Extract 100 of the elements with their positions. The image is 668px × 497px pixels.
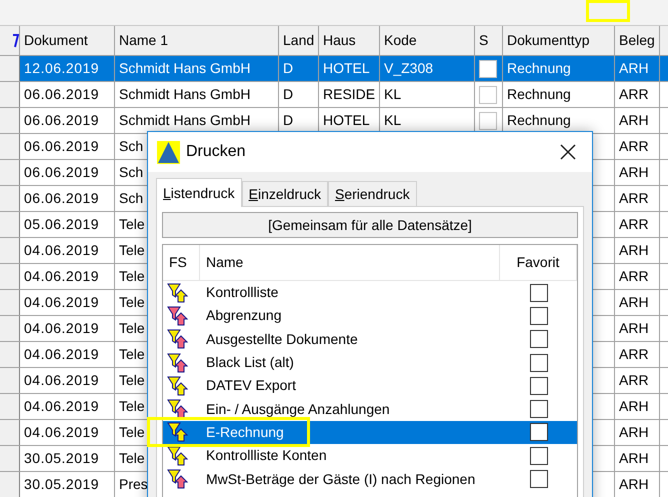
- report-name: Abgrenzung: [206, 307, 282, 324]
- table-cell-text: Sch: [119, 163, 144, 182]
- report-name: Ausgestellte Dokumente: [206, 330, 358, 347]
- logo-icon: [157, 140, 180, 164]
- table-cell-text: Rechnung: [507, 59, 571, 78]
- report-name: Ein- / Ausgänge Anzahlungen: [206, 400, 390, 417]
- column-header[interactable]: Name: [206, 252, 244, 273]
- checkbox[interactable]: [479, 60, 497, 78]
- column-header[interactable]: Favorit: [516, 252, 560, 273]
- table-cell-text: Sch: [119, 189, 144, 208]
- table-cell-text: 04.06.2019: [24, 267, 100, 286]
- table-cell-text: RESIDE: [323, 85, 376, 104]
- report-item[interactable]: Kontrollliste Konten: [163, 444, 577, 468]
- favorite-checkbox[interactable]: [530, 400, 548, 418]
- table-cell-text: D: [283, 111, 294, 130]
- tab[interactable]: Seriendruck: [328, 181, 417, 206]
- table-cell-text: 05.06.2019: [24, 215, 100, 234]
- table-cell-text: ARH: [619, 423, 649, 442]
- table-cell-text: Tele: [119, 241, 145, 260]
- report-item[interactable]: Kontrollliste: [163, 281, 577, 304]
- table-cell-text: 06.06.2019: [24, 85, 100, 104]
- marker-icon: [13, 32, 19, 48]
- table-cell-text: Sch: [119, 137, 144, 156]
- column-header[interactable]: Dokument: [24, 30, 88, 51]
- checkbox[interactable]: [479, 112, 497, 130]
- favorite-checkbox[interactable]: [530, 284, 548, 302]
- column-header[interactable]: Name 1: [119, 30, 168, 51]
- table-cell-text: D: [283, 85, 294, 104]
- column-header[interactable]: FS: [169, 252, 187, 273]
- column-header[interactable]: Land: [283, 30, 314, 51]
- table-cell-text: 06.06.2019: [24, 189, 100, 208]
- table-cell-text: 04.06.2019: [24, 371, 100, 390]
- report-name: Black List (alt): [206, 354, 294, 370]
- tab[interactable]: Listendruck: [156, 178, 242, 207]
- table-cell-text: Tele: [119, 293, 145, 312]
- table-cell-text: ARH: [619, 319, 649, 338]
- table-cell-text: 12.06.2019: [24, 59, 100, 78]
- table-cell-text: 04.06.2019: [24, 423, 100, 442]
- favorite-checkbox[interactable]: [530, 423, 548, 442]
- table-cell-text: Tele: [119, 215, 145, 234]
- report-item[interactable]: Ein- / Ausgänge Anzahlungen: [163, 397, 577, 421]
- report-item[interactable]: Ausgestellte Dokumente: [163, 328, 577, 351]
- tab[interactable]: Einzeldruck: [242, 181, 328, 206]
- highlight-frame: [586, 0, 630, 22]
- report-item[interactable]: MwSt-Beträge der Gäste (I) nach Regionen: [163, 467, 577, 491]
- favorite-checkbox[interactable]: [530, 354, 548, 372]
- table-cell-text: ARR: [619, 189, 649, 208]
- table-cell-text: ARH: [619, 475, 649, 494]
- dialog-title: Drucken: [186, 142, 246, 162]
- table-row[interactable]: 06.06.2019 Schmidt Hans GmbH D HOTEL KL Rechnung ARH: [0, 108, 668, 134]
- favorite-checkbox[interactable]: [530, 376, 548, 395]
- table-cell-text: ARR: [619, 215, 649, 234]
- table-row[interactable]: 06.06.2019 Schmidt Hans GmbH D RESIDE KL Rechnung ARR: [0, 82, 668, 108]
- column-header[interactable]: Haus: [323, 30, 356, 51]
- report-name: MwSt-Beträge der Gäste (I) nach Regionen: [206, 470, 476, 487]
- table-cell-text: ARH: [619, 111, 649, 130]
- table-cell-text: 06.06.2019: [24, 111, 100, 130]
- table-cell-text: ARR: [619, 345, 649, 364]
- table-cell-text: KL: [384, 111, 402, 130]
- table-cell-text: ARR: [619, 137, 649, 156]
- table-cell-text: Rechnung: [507, 111, 571, 130]
- column-header[interactable]: S: [479, 30, 488, 51]
- table-cell-text: 04.06.2019: [24, 241, 100, 260]
- table-cell-text: ARH: [619, 449, 649, 468]
- favorite-checkbox[interactable]: [530, 446, 548, 465]
- table-cell-text: 04.06.2019: [24, 319, 100, 338]
- favorite-checkbox[interactable]: [530, 470, 548, 488]
- table-cell-text: 04.06.2019: [24, 397, 100, 416]
- table-cell-text: Tele: [119, 345, 145, 364]
- report-name: Kontrollliste: [206, 284, 278, 300]
- table-cell-text: 06.06.2019: [24, 137, 100, 156]
- report-item[interactable]: Black List (alt): [163, 350, 577, 374]
- table-cell-text: D: [283, 59, 294, 78]
- table-cell-text: Tele: [119, 423, 145, 442]
- table-cell-text: 06.06.2019: [24, 163, 100, 182]
- table-cell-text: HOTEL: [323, 111, 370, 130]
- column-header[interactable]: Dokumenttyp: [507, 30, 590, 51]
- favorite-checkbox[interactable]: [530, 306, 548, 325]
- table-cell-text: ARR: [619, 267, 649, 286]
- table-cell-text: Tele: [119, 267, 145, 286]
- report-name: Kontrollliste Konten: [206, 447, 327, 464]
- column-header[interactable]: Kode: [384, 30, 417, 51]
- table-cell-text: Rechnung: [507, 85, 571, 104]
- table-cell-text: ARH: [619, 397, 649, 416]
- table-cell-text: Schmidt Hans GmbH: [119, 59, 250, 78]
- report-item[interactable]: Abgrenzung: [163, 304, 577, 328]
- table-row[interactable]: 12.06.2019 Schmidt Hans GmbH D HOTEL V_Z308 Rechnung ARH: [0, 56, 668, 82]
- report-item[interactable]: E-Rechnung: [163, 420, 577, 444]
- table-cell-text: ARH: [619, 163, 649, 182]
- report-item[interactable]: DATEV Export: [163, 374, 577, 398]
- table-cell-text: 04.06.2019: [24, 293, 100, 312]
- table-cell-text: 04.06.2019: [24, 345, 100, 364]
- table-cell-text: ARR: [619, 85, 649, 104]
- report-name: DATEV Export: [206, 377, 296, 394]
- column-header[interactable]: Beleg: [619, 30, 655, 51]
- table-cell-text: Tele: [119, 397, 145, 416]
- favorite-checkbox[interactable]: [530, 330, 548, 348]
- table-cell-text: ARR: [619, 371, 649, 390]
- table-cell-text: Schmidt Hans GmbH: [119, 85, 250, 104]
- checkbox[interactable]: [479, 86, 497, 104]
